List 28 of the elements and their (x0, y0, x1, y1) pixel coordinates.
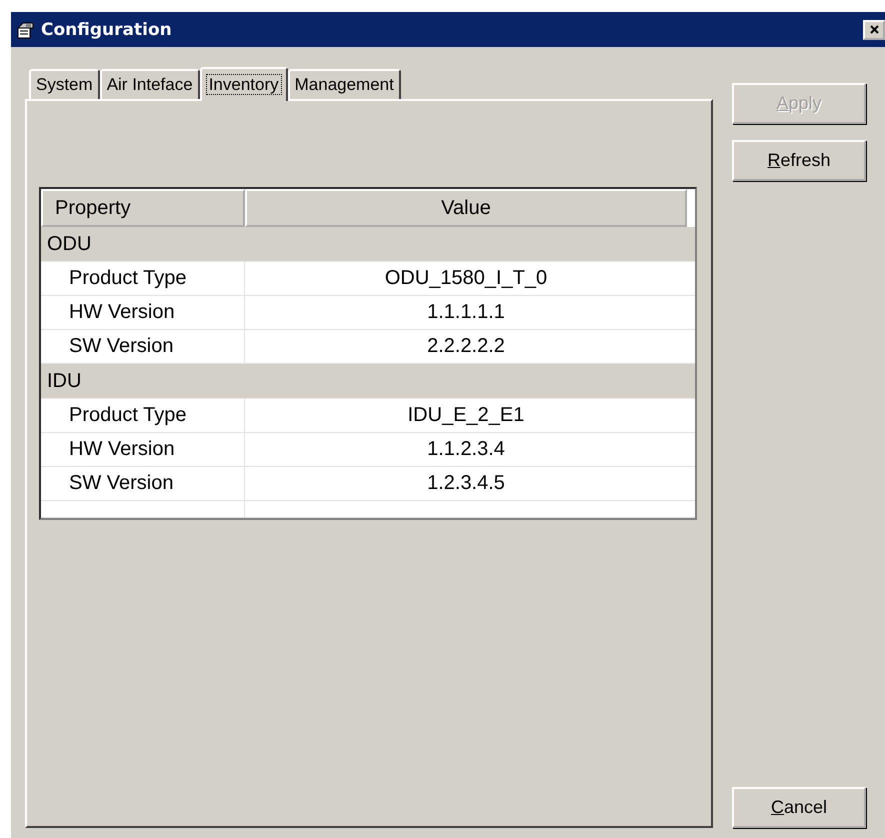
close-button[interactable] (863, 20, 885, 40)
dialog-button[interactable]: Cancel (732, 787, 866, 828)
dialog-button[interactable]: Refresh (732, 140, 866, 181)
group-label: IDU (47, 370, 82, 392)
column-header[interactable]: Property (41, 189, 245, 227)
table-cell-text: 1.1.1.1.1 (426, 300, 506, 325)
table-cell: HW Version (41, 296, 245, 329)
close-icon (870, 25, 878, 34)
table-cell-text: ODU_1580_I_T_0 (384, 266, 548, 291)
group-row[interactable]: IDU (41, 364, 695, 399)
tab[interactable]: Air Inteface (100, 69, 200, 99)
table-cell: SW Version (41, 330, 245, 363)
group-label: ODU (47, 232, 92, 256)
window-properties-icon (17, 20, 35, 38)
tab[interactable]: Management (288, 69, 401, 99)
table-cell: Product Type (41, 262, 245, 295)
window-title: Configuration (41, 20, 172, 40)
table-cell: HW Version (41, 433, 245, 466)
table-cell-text: 1.2.3.4.5 (426, 471, 506, 496)
table-cell: Product Type (41, 399, 245, 432)
column-header[interactable]: Value (245, 189, 687, 227)
tab[interactable]: System (29, 69, 100, 99)
table-cell-text: 2.2.2.2.2 (426, 334, 506, 359)
table-cell-text: IDU_E_2_E1 (406, 403, 526, 428)
tab[interactable]: Inventory (200, 67, 288, 101)
group-row[interactable]: ODU (41, 227, 695, 262)
table-cell: SW Version (41, 467, 245, 500)
table-cell-text: 1.1.2.3.4 (426, 437, 506, 462)
